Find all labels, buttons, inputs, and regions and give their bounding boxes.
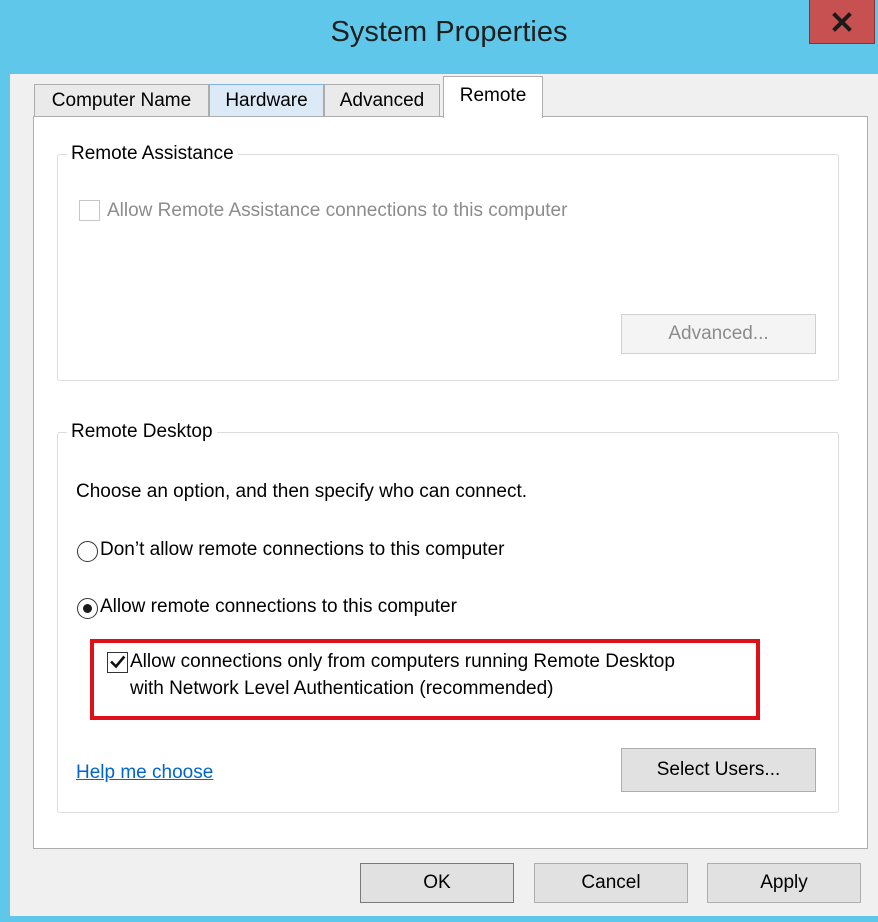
tab-advanced[interactable]: Advanced	[324, 84, 440, 116]
allow-remote-assistance-label: Allow Remote Assistance connections to t…	[107, 200, 568, 221]
dont-allow-remote-label[interactable]: Don’t allow remote connections to this c…	[100, 539, 504, 561]
dont-allow-remote-radio[interactable]	[77, 541, 98, 562]
advanced-button-label: Advanced...	[668, 323, 769, 344]
nla-checkbox[interactable]	[107, 652, 128, 673]
system-properties-window: System Properties Computer Name Hardware…	[0, 0, 878, 922]
nla-label-line2[interactable]: with Network Level Authentication (recom…	[130, 678, 553, 700]
select-users-button[interactable]: Select Users...	[621, 748, 816, 792]
window-title: System Properties	[330, 16, 568, 48]
tab-label: Remote	[459, 85, 527, 106]
cancel-button[interactable]: Cancel	[534, 863, 688, 903]
tab-label: Computer Name	[51, 89, 192, 111]
dialog-client-area: Computer Name Hardware Advanced Remote R…	[10, 74, 878, 916]
tab-hardware[interactable]: Hardware	[209, 84, 324, 116]
close-button[interactable]	[809, 0, 875, 44]
remote-desktop-instruction: Choose an option, and then specify who c…	[76, 481, 528, 502]
radio-selected-dot	[83, 604, 92, 613]
remote-tab-panel: Remote Assistance Allow Remote Assistanc…	[33, 116, 868, 849]
cancel-button-label: Cancel	[581, 872, 641, 893]
tab-label: Advanced	[339, 89, 425, 111]
tab-computer-name[interactable]: Computer Name	[34, 84, 209, 116]
apply-button-label: Apply	[760, 872, 808, 893]
nla-label-line1[interactable]: Allow connections only from computers ru…	[130, 651, 675, 673]
checkmark-icon	[110, 655, 126, 669]
remote-assistance-advanced-button[interactable]: Advanced...	[621, 314, 816, 354]
help-me-choose-link[interactable]: Help me choose	[76, 762, 213, 784]
remote-desktop-group-label: Remote Desktop	[67, 421, 217, 443]
ok-button[interactable]: OK	[360, 863, 514, 903]
remote-assistance-group-label: Remote Assistance	[67, 143, 238, 165]
ok-button-label: OK	[423, 872, 451, 893]
allow-remote-radio[interactable]	[77, 598, 98, 619]
tab-remote[interactable]: Remote	[443, 76, 543, 118]
close-icon	[830, 10, 854, 34]
select-users-button-label: Select Users...	[656, 759, 781, 780]
allow-remote-label[interactable]: Allow remote connections to this compute…	[100, 596, 457, 618]
title-bar[interactable]: System Properties	[0, 0, 878, 74]
tab-label: Hardware	[225, 89, 308, 111]
apply-button[interactable]: Apply	[707, 863, 861, 903]
allow-remote-assistance-checkbox[interactable]	[79, 200, 100, 221]
